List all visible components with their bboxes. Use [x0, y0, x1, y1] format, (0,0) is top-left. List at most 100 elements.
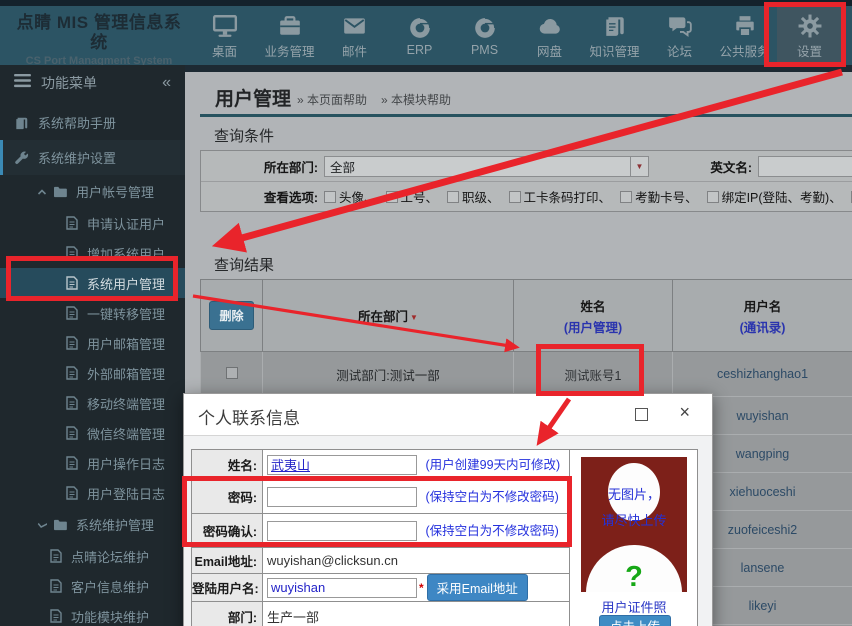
header-nav: 桌面 业务管理 邮件 ERP PMS 网盘 知识管理 论坛 公共服务 设置 [192, 6, 842, 65]
dept-field-label: 部门: [191, 601, 263, 626]
view-option[interactable]: 工卡条码打印、 [508, 187, 611, 206]
email-field-label: Email地址: [191, 547, 263, 574]
contact-form: 姓名: 武夷山 (用户创建99天内可修改) 密码: (保持空白为不修改密码) 密… [191, 449, 581, 626]
password-hint: (保持空白为不修改密码) [425, 490, 559, 505]
name-field-label: 姓名: [191, 449, 263, 480]
password-confirm-input[interactable] [267, 520, 417, 541]
view-option[interactable]: 绑定IP(登陆、考勤)、 [706, 187, 842, 206]
sidebar-item-用户登陆日志[interactable]: 用户登陆日志 [0, 478, 185, 508]
chrome-icon [473, 14, 497, 40]
login-name-input[interactable]: wuyishan [267, 577, 417, 598]
user-manage-link[interactable]: (用户管理) [514, 317, 672, 336]
use-email-button[interactable]: 采用Email地址 [426, 574, 528, 601]
top-header-bar: 点睛 MIS 管理信息系统 CS Port Managment System 桌… [0, 0, 852, 67]
no-image-text-1: 无图片， [607, 487, 660, 502]
file-icon [66, 456, 78, 470]
view-options-list: 头像、 工号、 职级、 工卡条码打印、 考勤卡号、 绑定IP(登陆、考勤)、 文… [324, 187, 852, 206]
nav-item-邮件[interactable]: 邮件 [322, 6, 387, 65]
chevron-down-icon[interactable]: ▼ [630, 156, 648, 176]
chrome-icon [408, 14, 432, 40]
checkbox-icon[interactable] [447, 190, 460, 203]
name-column-label: 姓名 [580, 299, 606, 314]
wrench-icon [15, 151, 29, 165]
dept-value: 生产一部 [267, 609, 320, 625]
sidebar-item-申请认证用户[interactable]: 申请认证用户 [0, 208, 185, 238]
nav-item-业务管理[interactable]: 业务管理 [257, 6, 322, 65]
gear-icon [798, 12, 822, 38]
dialog-title: 个人联系信息 [198, 409, 300, 428]
upload-photo-button[interactable]: 点击上传 [599, 615, 671, 626]
sidebar-item-增加系统用户[interactable]: 增加系统用户 [0, 238, 185, 268]
sidebar-item-用户操作日志[interactable]: 用户操作日志 [0, 448, 185, 478]
sidebar-item-系统维护设置[interactable]: 系统维护设置 [0, 140, 185, 175]
sidebar-item-外部邮箱管理[interactable]: 外部邮箱管理 [0, 358, 185, 388]
nav-item-设置[interactable]: 设置 [777, 6, 842, 65]
file-icon [66, 396, 78, 410]
close-icon[interactable]: × [679, 402, 690, 423]
module-help-link[interactable]: » 本模块帮助 [381, 91, 451, 108]
file-icon [50, 579, 62, 593]
sidebar-item-系统帮助手册[interactable]: 系统帮助手册 [0, 105, 185, 140]
page-title: 用户管理 [215, 89, 292, 110]
sidebar-item-功能模块维护[interactable]: 功能模块维护 [0, 601, 185, 626]
personal-contact-dialog: 个人联系信息 × 姓名: 武夷山 (用户创建99天内可修改) 密码: (保持空白… [183, 393, 713, 626]
contacts-link[interactable]: (通讯录) [673, 317, 852, 336]
file-icon [66, 216, 78, 230]
sidebar-item-系统用户管理[interactable]: 系统用户管理 [0, 268, 185, 298]
collapse-sidebar-icon[interactable]: « [162, 74, 171, 92]
name-input[interactable]: 武夷山 [267, 454, 417, 475]
username-column-header: 用户名 (通讯录) [672, 279, 852, 352]
checkbox-icon[interactable] [385, 190, 398, 203]
nav-item-PMS[interactable]: PMS [452, 6, 517, 65]
checkbox-icon[interactable] [508, 190, 521, 203]
nav-item-桌面[interactable]: 桌面 [192, 6, 257, 65]
results-section-title: 查询结果 [214, 257, 275, 274]
nav-item-公共服务[interactable]: 公共服务 [712, 6, 777, 65]
briefcase-icon [278, 12, 302, 38]
sidebar-item-用户帐号管理[interactable]: 用户帐号管理 [0, 175, 185, 208]
sidebar-item-用户邮箱管理[interactable]: 用户邮箱管理 [0, 328, 185, 358]
name-input-value: 武夷山 [271, 458, 311, 474]
password-input[interactable] [267, 486, 417, 507]
nav-item-网盘[interactable]: 网盘 [517, 6, 582, 65]
delete-button[interactable]: 删除 [209, 301, 254, 330]
view-option[interactable]: 工号、 [385, 187, 438, 206]
name-cell[interactable]: 测试账号1 [513, 351, 673, 397]
username-column-label: 用户名 [743, 299, 782, 314]
sidebar-menu-header[interactable]: 功能菜单 « [0, 65, 185, 100]
view-option[interactable]: 考勤卡号、 [620, 187, 698, 206]
desktop-icon [212, 12, 238, 38]
dept-column-header[interactable]: 所在部门 ▼ [262, 279, 514, 352]
name-hint: (用户创建99天内可修改) [425, 458, 561, 473]
sidebar-item-一键转移管理[interactable]: 一键转移管理 [0, 298, 185, 328]
sidebar-item-点晴论坛维护[interactable]: 点晴论坛维护 [0, 541, 185, 571]
query-conditions-panel: 所在部门: 全部 ▼ 英文名: 查看选项: 头像、 工号、 职级、 工卡条码打印… [200, 150, 852, 212]
view-option[interactable]: 头像、 [324, 187, 377, 206]
photo-cell: 无图片， 请尽快上传 ? 用户证件照 点击上传 [569, 449, 698, 626]
sidebar-item-微信终端管理[interactable]: 微信终端管理 [0, 418, 185, 448]
chat-icon [667, 12, 693, 38]
sidebar-menu-title: 功能菜单 [41, 74, 97, 91]
page-help-link[interactable]: » 本页面帮助 [297, 91, 367, 108]
title-divider [200, 114, 852, 117]
maximize-icon[interactable] [635, 408, 648, 421]
view-option[interactable]: 职级、 [447, 187, 500, 206]
row-checkbox[interactable] [225, 366, 238, 379]
sidebar-item-系统维护管理[interactable]: 系统维护管理 [0, 508, 185, 541]
mail-icon [342, 12, 367, 38]
username-cell[interactable]: ceshizhanghao1 [672, 351, 852, 397]
view-options-label: 查看选项: [263, 191, 318, 205]
dept-cell: 测试部门:测试一部 [262, 351, 514, 397]
english-name-input[interactable] [758, 155, 852, 177]
avatar-placeholder: 无图片， 请尽快上传 ? [581, 457, 687, 592]
nav-item-ERP[interactable]: ERP [387, 6, 452, 65]
checkbox-icon[interactable] [706, 190, 719, 203]
sidebar-item-客户信息维护[interactable]: 客户信息维护 [0, 571, 185, 601]
sidebar-item-移动终端管理[interactable]: 移动终端管理 [0, 388, 185, 418]
checkbox-icon[interactable] [324, 190, 336, 203]
nav-item-论坛[interactable]: 论坛 [647, 6, 712, 65]
checkbox-icon[interactable] [620, 190, 633, 203]
chevron-up-icon [37, 187, 47, 197]
nav-item-知识管理[interactable]: 知识管理 [582, 6, 647, 65]
dept-select[interactable]: 全部 ▼ [324, 155, 649, 177]
